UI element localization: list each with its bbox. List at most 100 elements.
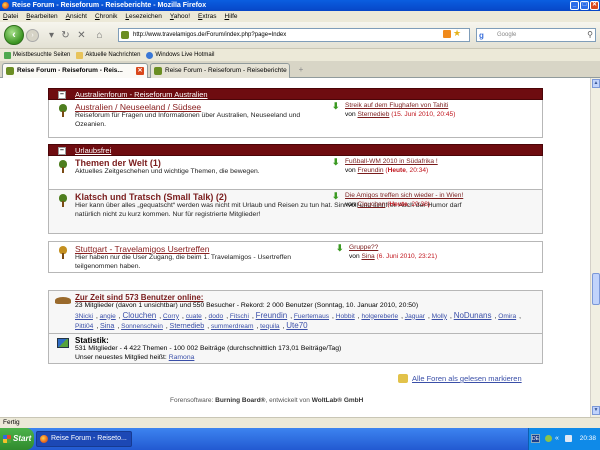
online-member-link[interactable]: Jaguar	[405, 313, 425, 320]
mark-all-read-link[interactable]: Alle Foren als gelesen markieren	[398, 374, 522, 383]
forum-title-link[interactable]: Stuttgart - Travelamigos Usertreffen	[75, 244, 327, 254]
menu-datei[interactable]: Datei	[3, 13, 18, 20]
status-text: Fertig	[3, 419, 20, 426]
menu-hilfe[interactable]: Hilfe	[224, 13, 237, 20]
bookmark-star-icon[interactable]: ★	[453, 28, 461, 39]
tab-reise-forum[interactable]: Reise Forum - Reiseforum - Reiseberichte	[150, 63, 290, 78]
back-button[interactable]: ‹	[4, 25, 24, 45]
minimize-button[interactable]: _	[570, 1, 579, 10]
forum-title-link[interactable]: Australien / Neuseeland / Südsee	[75, 102, 327, 112]
language-indicator[interactable]: DE	[531, 434, 540, 443]
last-post-title[interactable]: Die Amigos treffen sich wieder - in Wien…	[345, 192, 545, 201]
dropdown-icon[interactable]: ▾	[46, 30, 57, 41]
online-member-link[interactable]: Fitschi	[230, 313, 249, 320]
last-post-title[interactable]: Fußball-WM 2010 in Südafrika !	[345, 158, 545, 167]
taskbar-firefox-item[interactable]: Reise Forum - Reiseto...	[36, 431, 132, 447]
last-post: ⬇ Fußball-WM 2010 in Südafrika ! von Fre…	[332, 158, 545, 175]
last-post-title[interactable]: Gruppe??	[349, 244, 549, 253]
search-icon[interactable]: ⚲	[587, 29, 593, 41]
online-member-link[interactable]: Pitti04	[75, 323, 93, 330]
online-member-link[interactable]: 3Nicki	[75, 313, 93, 320]
online-title-link[interactable]: Zur Zeit sind 573 Benutzer online:	[75, 293, 542, 302]
scroll-down-icon[interactable]: ▼	[592, 406, 600, 415]
page-footer: Forensoftware: Burning Board®, entwickel…	[170, 397, 364, 404]
forum-title-link[interactable]: Themen der Welt (1)	[75, 158, 327, 168]
online-member-link[interactable]: Corry	[163, 313, 179, 320]
online-member-link[interactable]: tequila	[260, 323, 279, 330]
forward-button[interactable]: ›	[26, 29, 39, 42]
online-member-link[interactable]: Hobbit	[336, 313, 355, 320]
online-member-link[interactable]: Omira	[498, 313, 516, 320]
online-member-link[interactable]: Fuertemaus	[294, 313, 329, 320]
close-window-button[interactable]: ✕	[590, 1, 599, 10]
footer-company-link[interactable]: WoltLab® GmbH	[312, 397, 364, 404]
forum-row: Stuttgart - Travelamigos Usertreffen Hie…	[48, 241, 543, 273]
forum-row: Klatsch und Tratsch (Small Talk) (2) Hie…	[48, 190, 543, 234]
last-post-author[interactable]: Freundin	[357, 167, 383, 174]
online-members-list: 3Nicki, angie, Clouchen, Corry, cuate, d…	[75, 310, 521, 330]
menu-chronik[interactable]: Chronik	[95, 13, 117, 20]
online-member-link[interactable]: cuate	[186, 313, 202, 320]
menu-ansicht[interactable]: Ansicht	[66, 13, 87, 20]
last-post-author[interactable]: Clouchen	[357, 201, 385, 208]
category-header: – Australienforum - Reiseforum Australie…	[48, 88, 543, 100]
scroll-up-icon[interactable]: ▲	[592, 79, 600, 88]
online-member-link[interactable]: Ute70	[286, 321, 307, 330]
go-to-last-post-icon[interactable]: ⬇	[332, 158, 340, 167]
go-to-last-post-icon[interactable]: ⬇	[332, 192, 340, 201]
footer-product-link[interactable]: Burning Board®	[215, 397, 265, 404]
bookmark-news[interactable]: Aktuelle Nachrichten	[76, 51, 140, 59]
online-member-link[interactable]: Freundin	[256, 311, 288, 320]
go-to-last-post-icon[interactable]: ⬇	[336, 244, 344, 253]
online-member-link[interactable]: Molly	[432, 313, 447, 320]
tray-network-icon[interactable]	[545, 435, 552, 442]
newest-member-link[interactable]: Ramona	[169, 354, 195, 361]
menu-lesezeichen[interactable]: Lesezeichen	[125, 13, 162, 20]
tab-reise-forum-active[interactable]: Reise Forum - Reiseforum - Reis... ✕	[2, 63, 148, 79]
menu-yahoo[interactable]: Yahoo!	[170, 13, 190, 20]
tab-close-icon[interactable]: ✕	[136, 67, 144, 75]
reload-icon[interactable]: ↻	[60, 30, 71, 41]
maximize-button[interactable]: □	[580, 1, 589, 10]
online-member-link[interactable]: Sonnenschein	[121, 323, 163, 330]
last-post-author[interactable]: Sina	[361, 253, 374, 260]
start-button[interactable]: Start	[0, 428, 34, 450]
category-title[interactable]: Australienforum - Reiseforum Australien	[75, 90, 208, 99]
online-member-link[interactable]: Sternedieb	[170, 321, 205, 330]
bookmark-hotmail[interactable]: Windows Live Hotmail	[146, 51, 214, 59]
tray-expand-icon[interactable]: «	[555, 435, 562, 442]
last-post-date: (15. Juni 2010, 20:45)	[391, 110, 456, 118]
category-title[interactable]: Urlaubsfrei	[75, 146, 111, 155]
online-member-link[interactable]: dodo	[209, 313, 224, 320]
online-member-link[interactable]: Clouchen	[122, 311, 156, 320]
navigation-toolbar: ‹ › ▾ ↻ ✕ ⌂ http://www.travelamigos.de/F…	[0, 22, 600, 49]
last-post-author[interactable]: Sternedieb	[357, 111, 389, 118]
stop-icon[interactable]: ✕	[76, 30, 87, 41]
rss-folder-icon	[76, 51, 84, 59]
url-bar[interactable]: http://www.travelamigos.de/Forum/index.p…	[118, 28, 470, 42]
go-to-last-post-icon[interactable]: ⬇	[332, 102, 340, 111]
online-member-link[interactable]: Sina	[100, 321, 114, 330]
vertical-scrollbar[interactable]: ▲ ▼	[590, 78, 600, 417]
rss-icon[interactable]	[443, 30, 451, 38]
menu-extras[interactable]: Extras	[198, 13, 216, 20]
scrollbar-thumb[interactable]	[592, 273, 600, 305]
home-icon[interactable]: ⌂	[94, 30, 105, 41]
last-post: ⬇ Gruppe?? von Sina (6. Juni 2010, 23:21…	[336, 244, 549, 261]
last-post-title[interactable]: Streik auf dem Flughafen von Tahiti	[345, 102, 545, 111]
online-member-link[interactable]: holgereberle	[361, 313, 398, 320]
tray-volume-icon[interactable]	[565, 435, 572, 442]
bookmark-most-visited[interactable]: Meistbesuchte Seiten	[4, 51, 70, 59]
online-member-link[interactable]: angie	[100, 313, 116, 320]
collapse-toggle-icon[interactable]: –	[58, 91, 66, 99]
online-member-link[interactable]: NoDunans	[454, 311, 492, 320]
bookmarks-toolbar: Meistbesuchte Seiten Aktuelle Nachrichte…	[0, 49, 600, 61]
statistics-row: Statistik: 531 Mitglieder - 4 422 Themen…	[48, 334, 543, 364]
online-summary: 23 Mitglieder (davon 1 unsichtbar) und 5…	[75, 302, 419, 309]
search-input[interactable]: g Google ⚲	[476, 28, 596, 42]
menu-bearbeiten[interactable]: Bearbeiten	[26, 13, 57, 20]
new-tab-button[interactable]: +	[293, 63, 309, 77]
collapse-toggle-icon[interactable]: –	[58, 147, 66, 155]
url-text: http://www.travelamigos.de/Forum/index.p…	[133, 32, 287, 38]
online-member-link[interactable]: summerdream	[211, 323, 254, 330]
